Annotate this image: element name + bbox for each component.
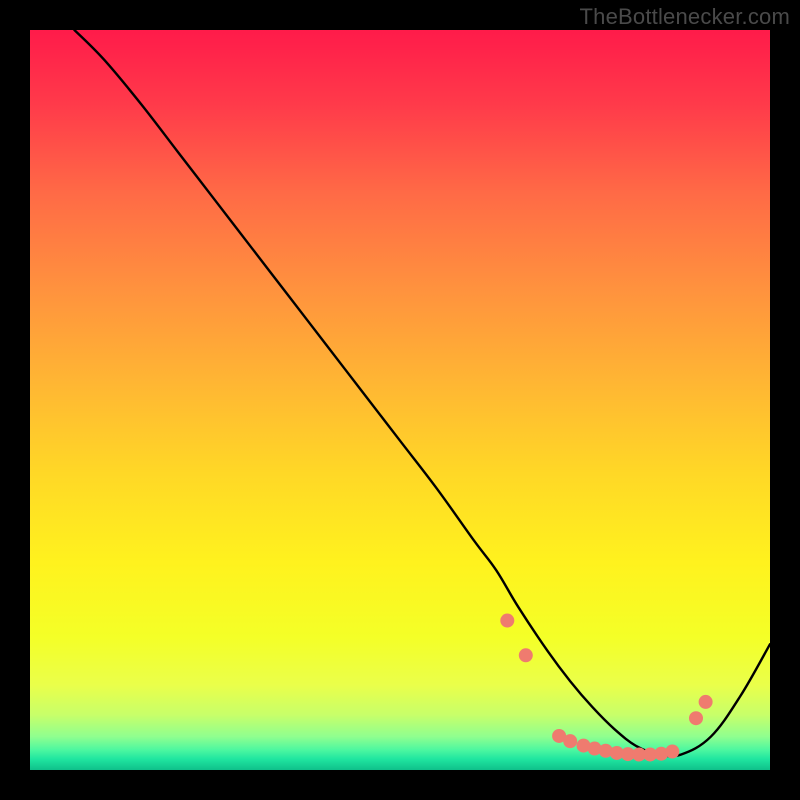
chart-frame	[30, 30, 770, 770]
marker-dot	[500, 614, 514, 628]
marker-dot	[699, 695, 713, 709]
marker-dot	[563, 734, 577, 748]
gradient-curve-chart	[30, 30, 770, 770]
marker-dot	[665, 745, 679, 759]
marker-dot	[689, 711, 703, 725]
attribution-text: TheBottlenecker.com	[580, 4, 790, 30]
chart-background	[30, 30, 770, 770]
marker-dot	[519, 648, 533, 662]
